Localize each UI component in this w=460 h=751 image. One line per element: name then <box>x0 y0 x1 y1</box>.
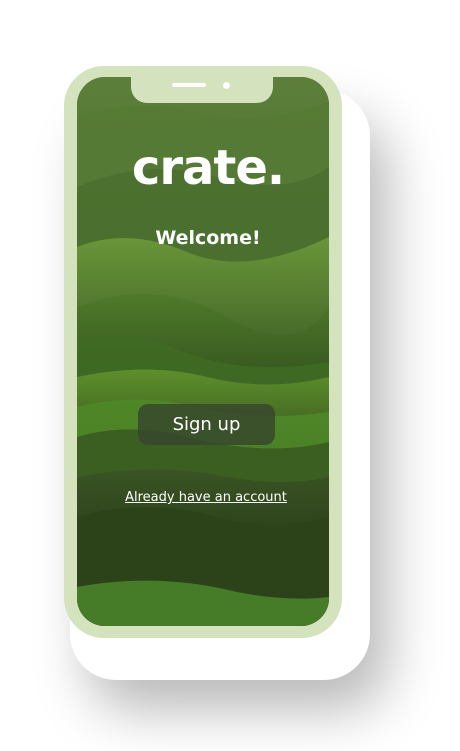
speaker-icon <box>172 83 206 87</box>
login-link[interactable]: Already have an account <box>77 490 335 505</box>
stage: crate. Welcome! Sign up Already have an … <box>0 0 460 751</box>
phone-notch <box>131 77 273 103</box>
app-logo: crate. <box>131 140 285 196</box>
welcome-heading: Welcome! <box>155 227 261 249</box>
signup-button[interactable]: Sign up <box>138 404 275 445</box>
camera-icon <box>223 82 230 89</box>
